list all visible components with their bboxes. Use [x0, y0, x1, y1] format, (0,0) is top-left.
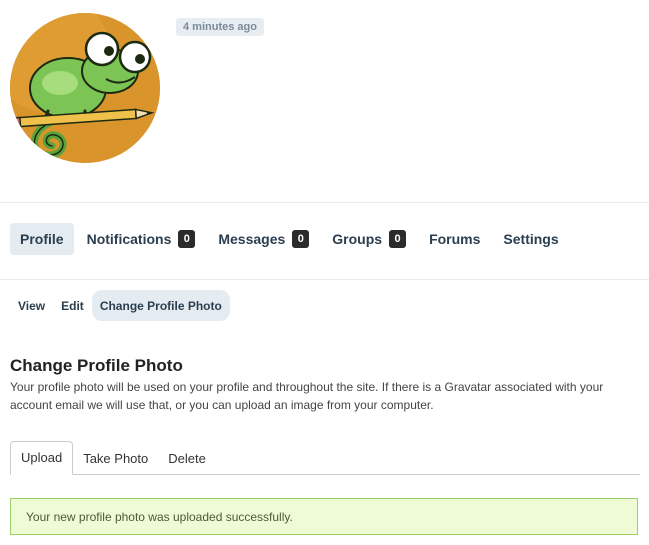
photo-tabs: Upload Take Photo Delete [10, 441, 640, 475]
nav-item-label: Messages [218, 231, 286, 247]
section-title: Change Profile Photo [10, 356, 183, 375]
activity-timestamp: 4 minutes ago [176, 18, 264, 36]
subnav-item-edit[interactable]: Edit [53, 290, 92, 321]
groups-count-badge: 0 [389, 230, 407, 248]
nav-item-label: Forums [429, 231, 481, 247]
nav-item-label: Notifications [86, 231, 172, 247]
messages-count-badge: 0 [292, 230, 310, 248]
nav-divider [0, 279, 649, 280]
profile-main-nav: Profile Notifications 0 Messages 0 Group… [10, 223, 572, 255]
profile-sub-nav: View Edit Change Profile Photo [10, 290, 230, 321]
success-alert-message: Your new profile photo was uploaded succ… [26, 509, 293, 524]
nav-item-messages[interactable]: Messages 0 [208, 223, 319, 255]
nav-item-forums[interactable]: Forums [419, 223, 490, 255]
success-alert: Your new profile photo was uploaded succ… [10, 498, 638, 535]
nav-item-groups[interactable]: Groups 0 [322, 223, 416, 255]
chameleon-avatar-icon [10, 13, 160, 163]
nav-item-profile[interactable]: Profile [10, 223, 74, 255]
subnav-item-change-profile-photo[interactable]: Change Profile Photo [91, 290, 230, 321]
nav-item-settings[interactable]: Settings [493, 223, 568, 255]
nav-item-label: Profile [20, 231, 64, 247]
tab-upload[interactable]: Upload [10, 441, 74, 475]
notifications-count-badge: 0 [178, 230, 196, 248]
tab-delete[interactable]: Delete [158, 443, 216, 475]
header-divider [0, 202, 649, 203]
nav-item-label: Groups [332, 231, 383, 247]
section-description: Your profile photo will be used on your … [10, 380, 604, 412]
subnav-item-view[interactable]: View [10, 290, 53, 321]
nav-item-label: Settings [503, 231, 559, 247]
tab-take-photo[interactable]: Take Photo [73, 443, 158, 475]
avatar [10, 13, 160, 163]
nav-item-notifications[interactable]: Notifications 0 [77, 223, 206, 255]
